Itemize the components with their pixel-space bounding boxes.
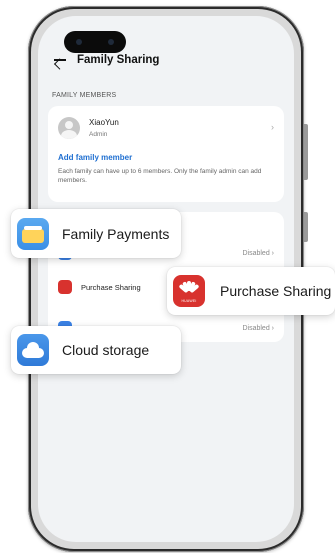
huawei-icon: HUAWEI bbox=[173, 275, 205, 307]
feature-label: Purchase Sharing bbox=[81, 282, 141, 292]
chevron-right-icon: › bbox=[271, 122, 274, 132]
callout-purchase-sharing[interactable]: HUAWEI Purchase Sharing bbox=[167, 267, 335, 315]
wallet-icon bbox=[17, 217, 49, 250]
callout-cloud-storage[interactable]: Cloud storage bbox=[11, 326, 181, 374]
section-label-family-members: FAMILY MEMBERS bbox=[52, 92, 117, 99]
camera-lens bbox=[76, 39, 82, 45]
member-name: XiaoYun bbox=[89, 118, 119, 127]
callout-label: Cloud storage bbox=[62, 342, 150, 358]
volume-button bbox=[304, 124, 308, 180]
back-arrow-icon[interactable] bbox=[52, 52, 68, 68]
avatar bbox=[58, 117, 80, 139]
member-role: Admin bbox=[89, 131, 108, 138]
page-title: Family Sharing bbox=[77, 54, 160, 66]
member-row[interactable]: XiaoYun Admin › bbox=[58, 114, 274, 142]
camera-lens bbox=[108, 39, 114, 45]
app-header: Family Sharing bbox=[52, 52, 159, 68]
family-members-card: XiaoYun Admin › Add family member Each f… bbox=[48, 106, 284, 202]
cloud-icon bbox=[17, 334, 49, 366]
power-button bbox=[304, 212, 308, 242]
callout-label: Family Payments bbox=[62, 225, 170, 242]
brand-text: HUAWEI bbox=[181, 299, 197, 303]
add-family-member-link[interactable]: Add family member bbox=[58, 153, 132, 162]
huawei-icon bbox=[58, 280, 72, 294]
callout-family-payments[interactable]: Family Payments bbox=[11, 209, 181, 258]
status-text: Disabled › bbox=[242, 249, 274, 257]
camera-cutout bbox=[64, 31, 126, 53]
status-text: Disabled › bbox=[242, 324, 274, 332]
callout-label: Purchase Sharing bbox=[220, 283, 332, 299]
members-note: Each family can have up to 6 members. On… bbox=[58, 168, 262, 184]
member-text: XiaoYun Admin bbox=[89, 118, 119, 138]
